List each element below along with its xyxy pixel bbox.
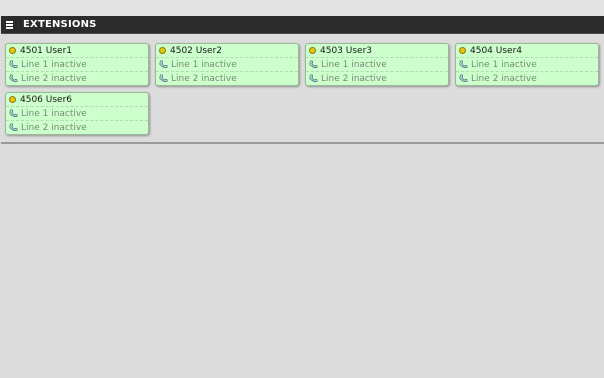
phone-icon	[9, 123, 18, 131]
status-dot-icon	[309, 47, 316, 54]
phone-icon	[159, 60, 168, 68]
extensions-panel: EXTENSIONS 4501 User1 Line 1 inactive Li…	[1, 16, 604, 144]
line-status: Line 1 inactive	[21, 108, 87, 119]
extension-title-row: 4504 User4	[456, 44, 598, 58]
extension-title-row: 4502 User2	[156, 44, 298, 58]
status-dot-icon	[9, 47, 16, 54]
status-dot-icon	[459, 47, 466, 54]
extension-title-row: 4501 User1	[6, 44, 148, 58]
extension-card[interactable]: 4504 User4 Line 1 inactive Line 2 inacti…	[455, 43, 599, 86]
phone-icon	[309, 60, 318, 68]
line-row: Line 2 inactive	[306, 72, 448, 85]
line-status: Line 1 inactive	[171, 59, 237, 70]
phone-icon	[9, 60, 18, 68]
extension-card[interactable]: 4506 User6 Line 1 inactive Line 2 inacti…	[5, 92, 149, 135]
hamburger-menu-icon[interactable]	[6, 16, 15, 33]
line-status: Line 2 inactive	[21, 122, 87, 133]
extension-title: 4504 User4	[470, 45, 523, 56]
line-status: Line 1 inactive	[471, 59, 537, 70]
line-row: Line 1 inactive	[306, 58, 448, 72]
line-status: Line 2 inactive	[21, 73, 87, 84]
extension-title: 4501 User1	[20, 45, 73, 56]
phone-icon	[459, 60, 468, 68]
phone-icon	[9, 109, 18, 117]
phone-icon	[309, 74, 318, 82]
line-row: Line 2 inactive	[456, 72, 598, 85]
status-dot-icon	[159, 47, 166, 54]
extension-title: 4503 User3	[320, 45, 373, 56]
phone-icon	[159, 74, 168, 82]
top-strip	[0, 0, 604, 16]
extension-card[interactable]: 4501 User1 Line 1 inactive Line 2 inacti…	[5, 43, 149, 86]
panel-title: EXTENSIONS	[23, 19, 97, 30]
line-row: Line 1 inactive	[456, 58, 598, 72]
line-status: Line 2 inactive	[171, 73, 237, 84]
extension-title-row: 4503 User3	[306, 44, 448, 58]
line-row: Line 1 inactive	[6, 107, 148, 121]
line-row: Line 2 inactive	[6, 121, 148, 134]
status-dot-icon	[9, 96, 16, 103]
line-status: Line 1 inactive	[321, 59, 387, 70]
extension-title: 4506 User6	[20, 94, 73, 105]
extension-card[interactable]: 4502 User2 Line 1 inactive Line 2 inacti…	[155, 43, 299, 86]
line-row: Line 2 inactive	[6, 72, 148, 85]
phone-icon	[9, 74, 18, 82]
line-row: Line 1 inactive	[6, 58, 148, 72]
extension-title-row: 4506 User6	[6, 93, 148, 107]
panel-header: EXTENSIONS	[1, 16, 604, 34]
extension-card[interactable]: 4503 User3 Line 1 inactive Line 2 inacti…	[305, 43, 449, 86]
phone-icon	[459, 74, 468, 82]
extension-title: 4502 User2	[170, 45, 223, 56]
extensions-grid: 4501 User1 Line 1 inactive Line 2 inacti…	[1, 34, 604, 135]
line-status: Line 2 inactive	[471, 73, 537, 84]
line-status: Line 1 inactive	[21, 59, 87, 70]
line-row: Line 1 inactive	[156, 58, 298, 72]
line-row: Line 2 inactive	[156, 72, 298, 85]
line-status: Line 2 inactive	[321, 73, 387, 84]
